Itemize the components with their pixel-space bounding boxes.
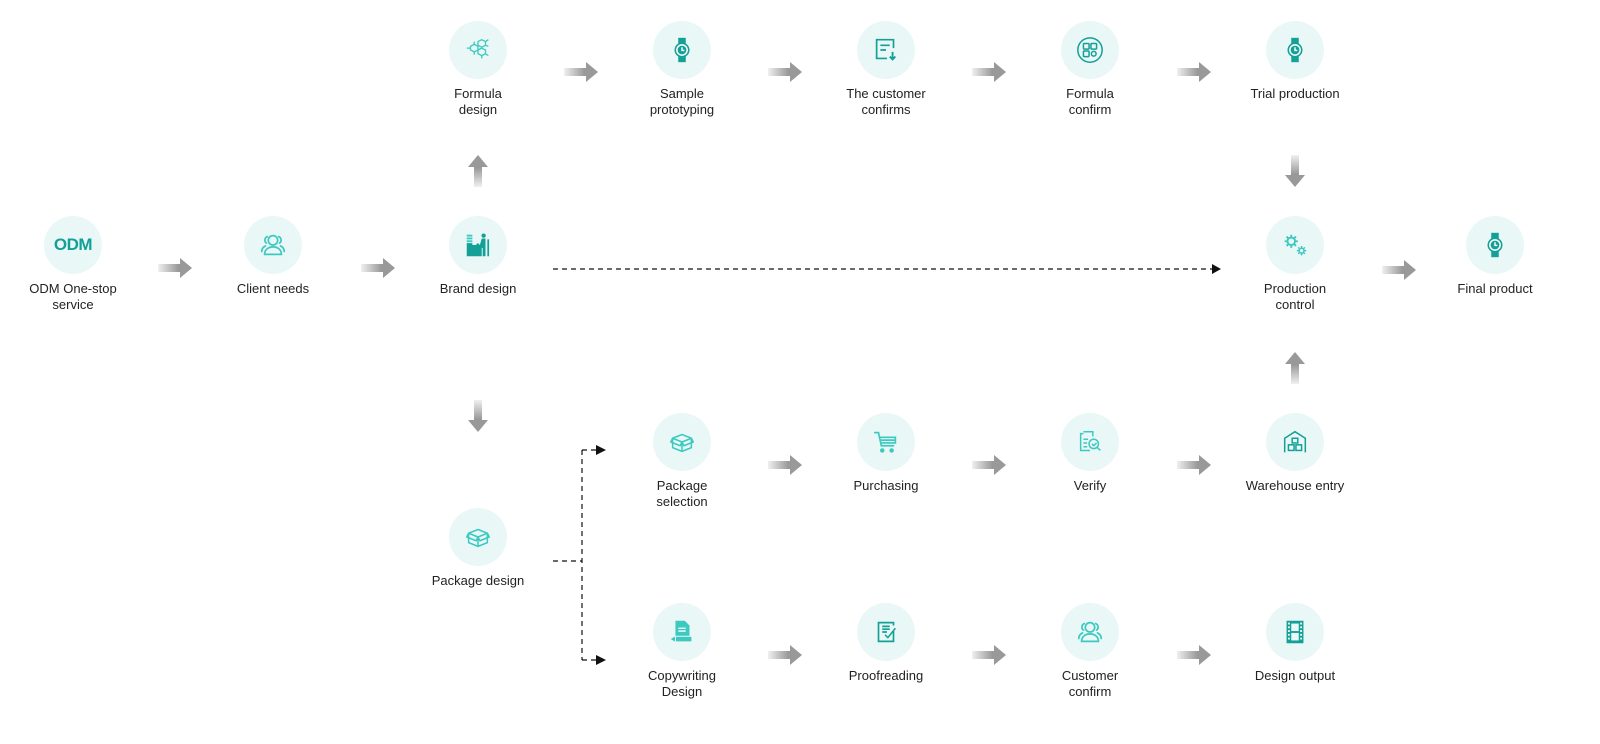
node-label: Brand design bbox=[439, 281, 517, 296]
node-label: Client needs bbox=[236, 281, 310, 296]
watch-icon bbox=[674, 37, 690, 63]
node-circle bbox=[1266, 413, 1324, 471]
node-label: Copywriting Design bbox=[648, 668, 716, 699]
molecule-icon bbox=[466, 38, 489, 59]
node-verify: Verify bbox=[1025, 413, 1155, 494]
users-icon bbox=[1077, 621, 1103, 643]
node-circle bbox=[653, 413, 711, 471]
flow-arrow-right bbox=[768, 62, 802, 82]
node-circle bbox=[1266, 21, 1324, 79]
node-label: Sample prototyping bbox=[649, 86, 715, 117]
node-circle bbox=[857, 21, 915, 79]
node-circle bbox=[244, 216, 302, 274]
gears-icon bbox=[1284, 234, 1307, 256]
dashed-connector-brand-to-production bbox=[553, 264, 1221, 274]
node-customer-confirm: Customer confirm bbox=[1025, 603, 1155, 700]
flow-arrow-right bbox=[972, 645, 1006, 665]
node-circle bbox=[1061, 21, 1119, 79]
node-label: Design output bbox=[1254, 668, 1336, 683]
node-production-control: Production control bbox=[1230, 216, 1360, 313]
connectors-layer bbox=[158, 62, 1416, 665]
node-label: Trial production bbox=[1250, 86, 1340, 101]
node-formula-design: Formula design bbox=[413, 21, 543, 118]
checklist-icon bbox=[877, 621, 896, 643]
node-circle bbox=[1061, 603, 1119, 661]
odm-text-icon: ODM bbox=[53, 235, 93, 254]
flow-arrow-right bbox=[1177, 645, 1211, 665]
node-label: Formula confirm bbox=[1066, 86, 1114, 117]
node-label: The customer confirms bbox=[846, 86, 926, 117]
node-copywriting-design: Copywriting Design bbox=[617, 603, 747, 700]
grid-settings-icon bbox=[1077, 37, 1103, 63]
box-icon bbox=[670, 433, 694, 453]
node-proofreading: Proofreading bbox=[821, 603, 951, 684]
node-warehouse-entry: Warehouse entry bbox=[1230, 413, 1360, 494]
document-inspect-icon bbox=[1079, 430, 1101, 452]
node-circle bbox=[857, 603, 915, 661]
node-circle bbox=[653, 21, 711, 79]
node-formula-confirm: Formula confirm bbox=[1025, 21, 1155, 118]
cart-icon bbox=[873, 431, 897, 453]
node-package-selection: Package selection bbox=[617, 413, 747, 510]
node-trial-production: Trial production bbox=[1230, 21, 1360, 102]
node-package-design: Package design bbox=[413, 508, 543, 589]
node-final-product: Final product bbox=[1430, 216, 1560, 297]
flow-arrow-down bbox=[1285, 155, 1305, 187]
flow-arrow-right bbox=[361, 258, 395, 278]
node-label: Package selection bbox=[656, 478, 708, 509]
node-sample-prototyping: Sample prototyping bbox=[617, 21, 747, 118]
node-odm-one-stop-service: ODM ODM One-stop service bbox=[8, 216, 138, 313]
node-circle bbox=[1466, 216, 1524, 274]
warehouse-icon bbox=[1283, 430, 1307, 453]
node-label: Purchasing bbox=[853, 478, 919, 493]
dashed-connector-package-split bbox=[553, 445, 606, 665]
flow-arrow-right bbox=[1177, 455, 1211, 475]
node-design-output: Design output bbox=[1230, 603, 1360, 684]
node-circle: ODM bbox=[44, 216, 102, 274]
designer-at-desk-icon bbox=[466, 233, 490, 257]
node-label: Customer confirm bbox=[1061, 668, 1119, 699]
node-label: ODM One-stop service bbox=[29, 281, 117, 312]
node-brand-design: Brand design bbox=[413, 216, 543, 297]
node-customer-confirms: The customer confirms bbox=[821, 21, 951, 118]
box-icon bbox=[466, 528, 490, 548]
node-circle bbox=[449, 508, 507, 566]
node-circle bbox=[1061, 413, 1119, 471]
flow-arrow-down bbox=[468, 400, 488, 432]
node-purchasing: Purchasing bbox=[821, 413, 951, 494]
node-label: Final product bbox=[1457, 281, 1533, 296]
flow-arrow-right bbox=[564, 62, 598, 82]
node-label: Production control bbox=[1263, 281, 1327, 312]
watch-icon bbox=[1287, 37, 1303, 63]
node-client-needs: Client needs bbox=[208, 216, 338, 297]
node-label: Verify bbox=[1073, 478, 1107, 493]
flow-arrow-right bbox=[158, 258, 192, 278]
flow-arrow-right bbox=[972, 455, 1006, 475]
flow-arrow-right bbox=[768, 455, 802, 475]
film-icon bbox=[1286, 620, 1304, 644]
document-pen-icon bbox=[670, 620, 692, 642]
flow-arrow-right bbox=[1382, 260, 1416, 280]
node-label: Warehouse entry bbox=[1245, 478, 1345, 493]
node-circle bbox=[1266, 216, 1324, 274]
node-circle bbox=[1266, 603, 1324, 661]
flow-arrow-right bbox=[972, 62, 1006, 82]
flow-arrow-right bbox=[1177, 62, 1211, 82]
users-icon bbox=[260, 234, 286, 256]
node-label: Proofreading bbox=[848, 668, 924, 683]
flow-arrow-right bbox=[768, 645, 802, 665]
node-circle bbox=[449, 21, 507, 79]
flow-arrow-up bbox=[1285, 352, 1305, 384]
node-circle bbox=[857, 413, 915, 471]
document-download-icon bbox=[875, 38, 897, 61]
node-circle bbox=[653, 603, 711, 661]
flow-arrow-up bbox=[468, 155, 488, 187]
watch-icon bbox=[1487, 232, 1503, 258]
node-circle bbox=[449, 216, 507, 274]
node-label: Package design bbox=[431, 573, 525, 588]
node-label: Formula design bbox=[454, 86, 502, 117]
